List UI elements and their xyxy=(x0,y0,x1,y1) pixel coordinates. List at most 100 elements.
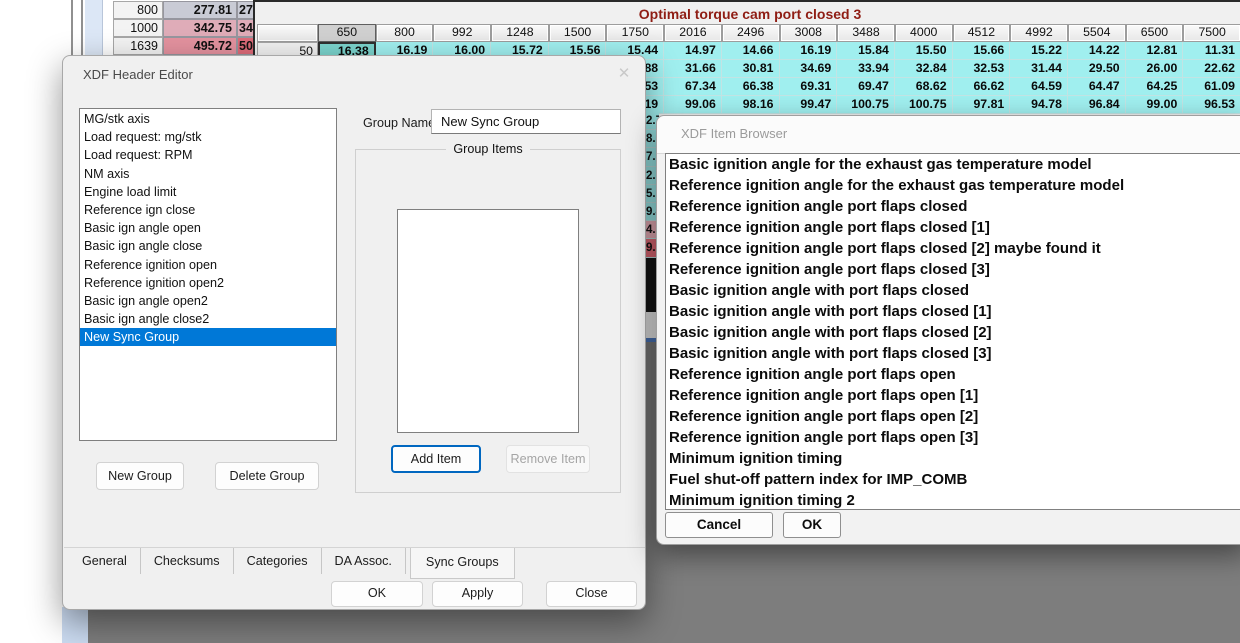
torque-cell[interactable]: 69.47 xyxy=(837,78,895,96)
apply-button[interactable]: Apply xyxy=(432,581,523,607)
ok-button[interactable]: OK xyxy=(331,581,423,607)
tab-da-assoc-[interactable]: DA Assoc. xyxy=(322,548,406,574)
xdf-item[interactable]: Reference ignition angle port flaps open… xyxy=(666,427,1240,448)
mini-cell[interactable]: 495.72 xyxy=(163,37,237,55)
torque-cell[interactable]: 68.62 xyxy=(895,78,953,96)
torque-cell[interactable]: 30.81 xyxy=(722,60,780,78)
torque-cell[interactable]: 31.44 xyxy=(1010,60,1068,78)
sync-group-item[interactable]: Basic ign angle open2 xyxy=(80,292,336,310)
torque-cell[interactable]: 99.00 xyxy=(1126,96,1184,114)
xdf-item[interactable]: Basic ignition angle with port flaps clo… xyxy=(666,301,1240,322)
xdf-item[interactable]: Minimum ignition timing xyxy=(666,448,1240,469)
group-name-input[interactable]: New Sync Group xyxy=(431,109,621,134)
sync-group-item[interactable]: Engine load limit xyxy=(80,183,336,201)
torque-cell[interactable]: 61.09 xyxy=(1183,78,1240,96)
sync-group-item[interactable]: Reference ignition open2 xyxy=(80,274,336,292)
torque-cell[interactable]: 14.97 xyxy=(664,42,722,60)
torque-cell[interactable]: 14.66 xyxy=(722,42,780,60)
torque-cell[interactable]: 33.94 xyxy=(837,60,895,78)
torque-cell[interactable]: 11.31 xyxy=(1183,42,1240,60)
torque-cell[interactable]: 69.31 xyxy=(780,78,838,96)
torque-cell[interactable]: 26.00 xyxy=(1126,60,1184,78)
xdf-item[interactable]: Reference ignition angle port flaps open xyxy=(666,364,1240,385)
sync-group-item[interactable]: Load request: RPM xyxy=(80,146,336,164)
torque-column-header[interactable]: 5504 xyxy=(1068,24,1126,42)
xdf-item[interactable]: Reference ignition angle port flaps open… xyxy=(666,406,1240,427)
torque-cell[interactable]: 16.19 xyxy=(780,42,838,60)
torque-cell[interactable]: 64.25 xyxy=(1126,78,1184,96)
torque-cell[interactable]: 67.34 xyxy=(664,78,722,96)
torque-cell[interactable]: 99.47 xyxy=(780,96,838,114)
torque-column-header[interactable]: 2016 xyxy=(664,24,722,42)
xdf-item[interactable]: Reference ignition angle port flaps clos… xyxy=(666,259,1240,280)
background-scrollbar-fragment-top[interactable] xyxy=(85,0,103,55)
sync-group-item[interactable]: Load request: mg/stk xyxy=(80,128,336,146)
sync-group-item[interactable]: Reference ign close xyxy=(80,201,336,219)
tab-sync-groups[interactable]: Sync Groups xyxy=(410,548,515,579)
torque-cell[interactable]: 94.78 xyxy=(1010,96,1068,114)
torque-cell[interactable]: 29.50 xyxy=(1068,60,1126,78)
close-icon[interactable]: ✕ xyxy=(613,64,635,82)
mini-cell[interactable]: 342.75 xyxy=(163,19,237,37)
torque-cell[interactable]: 15.66 xyxy=(953,42,1011,60)
torque-cell[interactable]: 15.50 xyxy=(895,42,953,60)
sync-group-item[interactable]: NM axis xyxy=(80,165,336,183)
mini-cell[interactable]: 277.81 xyxy=(163,1,237,19)
torque-cell[interactable]: 97.81 xyxy=(953,96,1011,114)
torque-column-header[interactable]: 7500 xyxy=(1183,24,1240,42)
torque-cell[interactable]: 66.62 xyxy=(953,78,1011,96)
torque-cell[interactable]: 32.84 xyxy=(895,60,953,78)
xdf-item-list[interactable]: Basic ignition angle for the exhaust gas… xyxy=(665,153,1240,510)
sync-group-list[interactable]: MG/stk axisLoad request: mg/stkLoad requ… xyxy=(79,108,337,441)
xdf-item[interactable]: Minimum ignition timing 2 xyxy=(666,490,1240,510)
new-group-button[interactable]: New Group xyxy=(96,462,184,490)
xdf-item[interactable]: Reference ignition angle port flaps clos… xyxy=(666,238,1240,259)
torque-cell[interactable]: 22.62 xyxy=(1183,60,1240,78)
torque-column-header[interactable]: 800 xyxy=(376,24,434,42)
torque-cell[interactable]: 34.69 xyxy=(780,60,838,78)
sync-group-item[interactable]: MG/stk axis xyxy=(80,110,336,128)
sync-group-item[interactable]: Basic ign angle open xyxy=(80,219,336,237)
xdf-item[interactable]: Basic ignition angle with port flaps clo… xyxy=(666,322,1240,343)
torque-cell[interactable]: 98.16 xyxy=(722,96,780,114)
background-scrollbar-fragment-bottom[interactable] xyxy=(62,607,88,643)
xdf-item[interactable]: Fuel shut-off pattern index for IMP_COMB xyxy=(666,469,1240,490)
torque-cell[interactable]: 15.22 xyxy=(1010,42,1068,60)
tab-checksums[interactable]: Checksums xyxy=(141,548,234,574)
torque-column-header[interactable]: 3008 xyxy=(780,24,838,42)
torque-cell[interactable]: 66.38 xyxy=(722,78,780,96)
torque-column-header[interactable]: 4512 xyxy=(953,24,1011,42)
torque-cell[interactable]: 32.53 xyxy=(953,60,1011,78)
torque-cell[interactable]: 96.53 xyxy=(1183,96,1240,114)
delete-group-button[interactable]: Delete Group xyxy=(215,462,319,490)
torque-column-header[interactable]: 992 xyxy=(433,24,491,42)
torque-column-header[interactable]: 4000 xyxy=(895,24,953,42)
torque-cell[interactable]: 100.75 xyxy=(895,96,953,114)
xdf-item[interactable]: Reference ignition angle port flaps clos… xyxy=(666,217,1240,238)
cancel-button[interactable]: Cancel xyxy=(665,512,773,538)
torque-cell[interactable]: 96.84 xyxy=(1068,96,1126,114)
torque-cell[interactable]: 64.47 xyxy=(1068,78,1126,96)
torque-cell[interactable]: 14.22 xyxy=(1068,42,1126,60)
tab-general[interactable]: General xyxy=(69,548,141,574)
sync-group-item[interactable]: Reference ignition open xyxy=(80,256,336,274)
close-button[interactable]: Close xyxy=(546,581,637,607)
xdf-item[interactable]: Reference ignition angle port flaps clos… xyxy=(666,196,1240,217)
torque-cell[interactable]: 64.59 xyxy=(1010,78,1068,96)
torque-column-header[interactable]: 4992 xyxy=(1010,24,1068,42)
torque-cell[interactable]: 12.81 xyxy=(1126,42,1184,60)
torque-column-header[interactable]: 650 xyxy=(318,24,376,42)
sync-group-item[interactable]: Basic ign angle close xyxy=(80,237,336,255)
xdf-item[interactable]: Reference ignition angle for the exhaust… xyxy=(666,175,1240,196)
torque-column-header[interactable]: 6500 xyxy=(1126,24,1184,42)
torque-column-header[interactable]: 3488 xyxy=(837,24,895,42)
torque-cell[interactable]: 100.75 xyxy=(837,96,895,114)
sync-group-item[interactable]: Basic ign angle close2 xyxy=(80,310,336,328)
xdf-item[interactable]: Basic ignition angle for the exhaust gas… xyxy=(666,154,1240,175)
group-items-list[interactable] xyxy=(397,209,579,433)
sync-group-item[interactable]: New Sync Group xyxy=(80,328,336,346)
xdf-item[interactable]: Basic ignition angle with port flaps clo… xyxy=(666,280,1240,301)
xdf-item[interactable]: Reference ignition angle port flaps open… xyxy=(666,385,1240,406)
torque-cell[interactable]: 31.66 xyxy=(664,60,722,78)
torque-cell[interactable]: 99.06 xyxy=(664,96,722,114)
